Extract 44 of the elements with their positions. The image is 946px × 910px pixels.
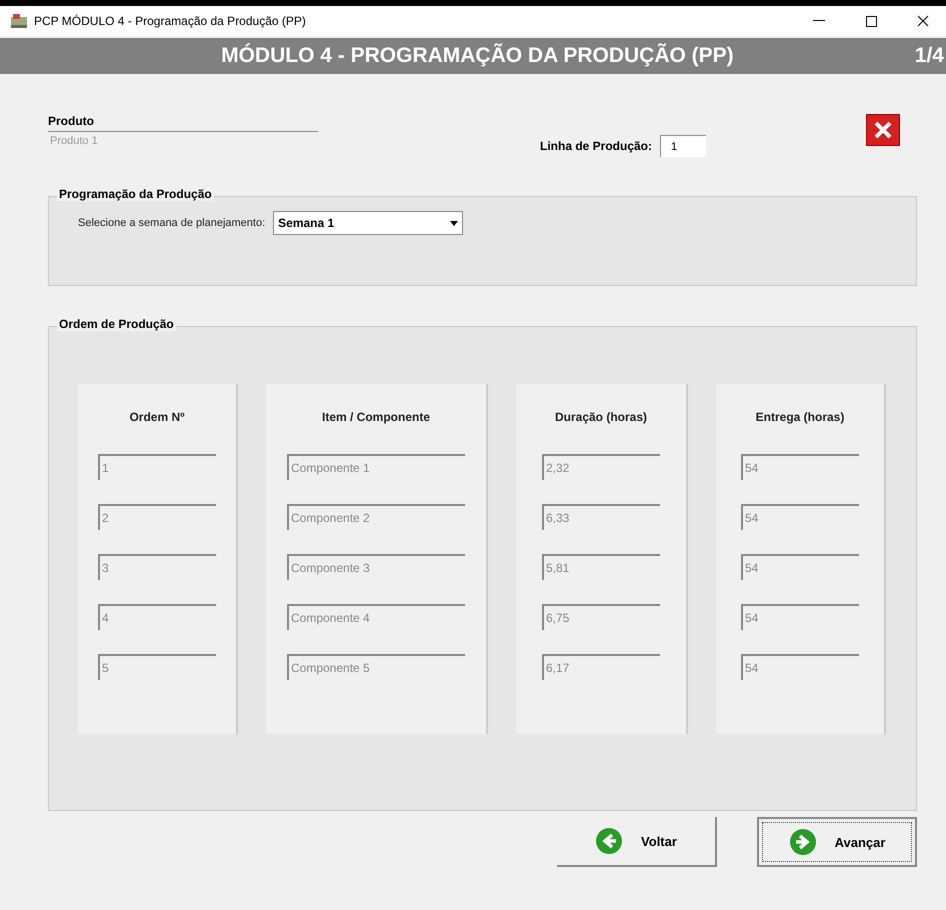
order-field[interactable]: 4 bbox=[98, 604, 216, 630]
order-field[interactable]: 1 bbox=[98, 454, 216, 480]
order-field[interactable]: 5 bbox=[98, 654, 216, 680]
order-field[interactable]: 54 bbox=[741, 554, 859, 580]
module-title: MÓDULO 4 - PROGRAMAÇÃO DA PRODUÇÃO (PP) bbox=[220, 44, 735, 68]
nav-button[interactable]: Avançar bbox=[757, 817, 917, 867]
close-button[interactable] bbox=[866, 114, 900, 146]
window-title: PCP MÓDULO 4 - Programação da Produção (PP) bbox=[34, 14, 307, 28]
close-icon bbox=[917, 15, 929, 27]
order-field[interactable]: 54 bbox=[741, 654, 859, 680]
maximize-icon bbox=[866, 16, 876, 26]
close-icon bbox=[873, 120, 893, 140]
nav-button[interactable]: Voltar bbox=[557, 817, 717, 867]
order-field[interactable]: 2 bbox=[98, 504, 216, 530]
product-field[interactable]: Produto 1 bbox=[48, 131, 318, 150]
order-field[interactable]: 6,33 bbox=[542, 504, 660, 530]
column-heading: Ordem Nº bbox=[129, 410, 185, 424]
order-field[interactable]: 5,81 bbox=[542, 554, 660, 580]
order-field[interactable]: 54 bbox=[741, 504, 859, 530]
production-line-label: Linha de Produção: bbox=[540, 139, 652, 153]
order-field[interactable]: Componente 5 bbox=[287, 654, 465, 680]
order-field[interactable]: Componente 4 bbox=[287, 604, 465, 630]
week-label: Selecione a semana de planejamento: bbox=[78, 217, 266, 229]
group-title: Ordem de Produção bbox=[57, 317, 176, 331]
order-field[interactable]: 2,32 bbox=[542, 454, 660, 480]
column-heading: Entrega (horas) bbox=[756, 410, 844, 424]
group-title: Programação da Produção bbox=[57, 187, 214, 201]
column-heading: Item / Componente bbox=[322, 410, 430, 424]
column-heading: Duração (horas) bbox=[554, 410, 648, 424]
product-label: Produto bbox=[48, 114, 95, 128]
order-field[interactable]: 3 bbox=[98, 554, 216, 580]
order-field[interactable]: 6,75 bbox=[542, 604, 660, 630]
dropdown-arrow-icon bbox=[450, 220, 458, 226]
app-icon bbox=[10, 13, 28, 29]
minimize-icon bbox=[813, 20, 825, 22]
order-field[interactable]: Componente 2 bbox=[287, 504, 465, 530]
order-field[interactable]: 54 bbox=[741, 454, 859, 480]
order-field[interactable]: 6,17 bbox=[542, 654, 660, 680]
production-line-field[interactable]: 1 bbox=[660, 135, 706, 157]
page-indicator: 1/4 bbox=[914, 44, 945, 68]
order-field[interactable]: Componente 1 bbox=[287, 454, 465, 480]
order-field[interactable]: Componente 3 bbox=[287, 554, 465, 580]
week-dropdown[interactable]: Semana 1 bbox=[273, 211, 464, 235]
order-field[interactable]: 54 bbox=[741, 604, 859, 630]
